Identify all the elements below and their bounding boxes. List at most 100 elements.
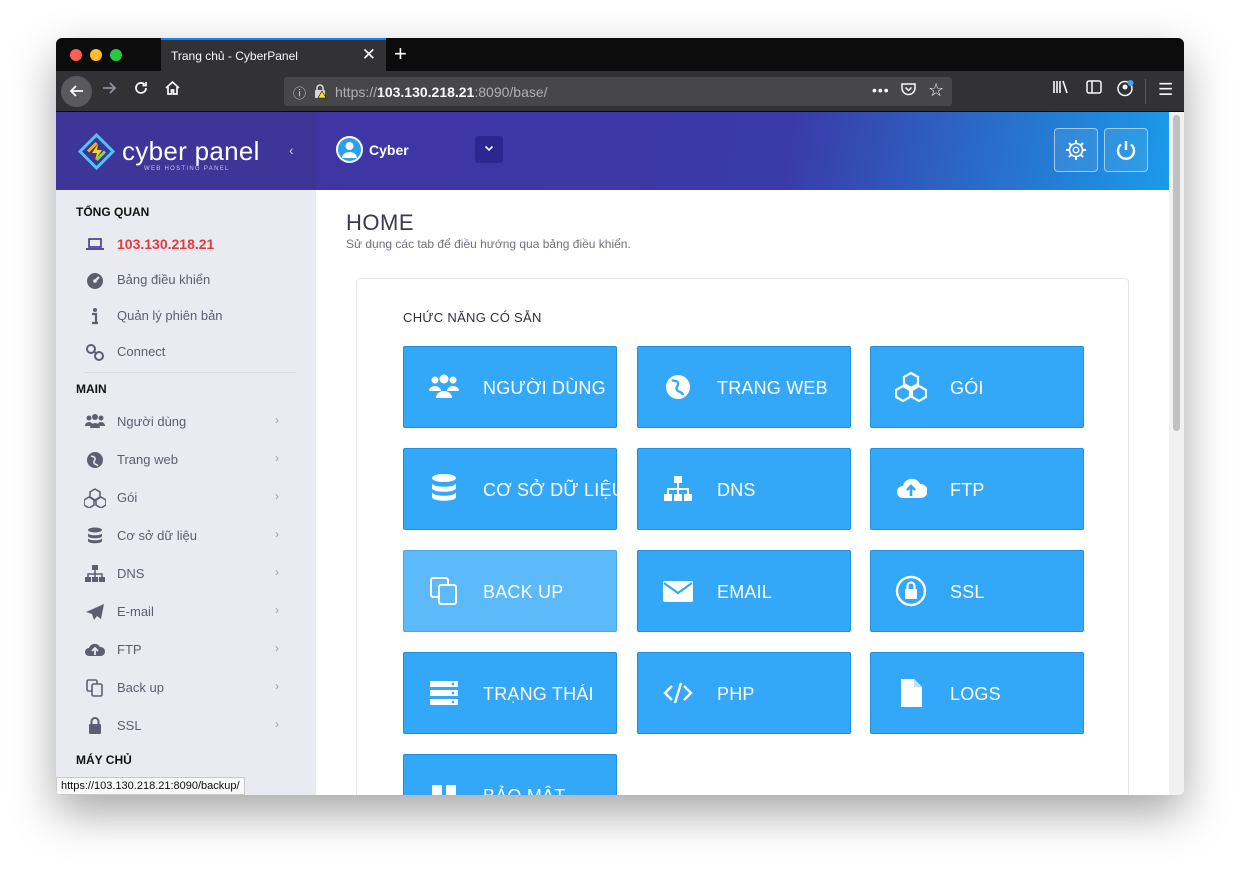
tile-label: TRANG WEB [717, 378, 828, 398]
browser-tab[interactable]: Trang chủ - CyberPanel ✕ [161, 38, 386, 71]
sidebar-item-databases[interactable]: Cơ sở dữ liệu › [84, 522, 294, 550]
sidebar-item-users[interactable]: Người dùng › [84, 408, 294, 436]
sidebar-item-backup[interactable]: Back up › [84, 674, 294, 702]
browser-window: Trang chủ - CyberPanel ✕ + ⓘ https://103… [56, 38, 1184, 795]
collapse-sidebar-button[interactable]: ‹ [289, 142, 294, 158]
insecure-lock-icon[interactable] [313, 83, 327, 99]
tile-databases[interactable]: CƠ SỞ DỮ LIỆU [403, 448, 625, 530]
tab-close-icon[interactable]: ✕ [362, 45, 376, 65]
back-button[interactable] [61, 76, 92, 107]
tile-email[interactable]: EMAIL [637, 550, 851, 632]
reload-button[interactable] [133, 80, 149, 101]
tile-dns[interactable]: DNS [637, 448, 851, 530]
minimize-window-button[interactable] [90, 49, 102, 61]
page-actions-menu-icon[interactable]: ••• [872, 82, 890, 98]
cubes-icon [84, 488, 106, 508]
tile-label: TRẠNG THÁI [483, 684, 594, 704]
sitemap-icon [85, 565, 105, 582]
settings-button[interactable] [1054, 128, 1098, 172]
url-prefix: https:// [335, 84, 378, 100]
envelope-icon [663, 581, 693, 602]
globe-icon [666, 375, 690, 399]
tile-label: SSL [950, 582, 985, 602]
tile-logs[interactable]: LOGS [870, 652, 1084, 734]
tab-title: Trang chủ - CyberPanel [171, 49, 298, 63]
cyberpanel-logo-icon [78, 133, 115, 170]
tile-label: NGƯỜI DÙNG [483, 378, 606, 398]
link-icon [86, 344, 104, 361]
link-status-tooltip: https://103.130.218.21:8090/backup/ [56, 777, 245, 795]
pocket-icon[interactable] [901, 82, 916, 100]
tile-packages[interactable]: GÓI [870, 346, 1084, 428]
sidebar-item-dashboard[interactable]: Bảng điều khiển [84, 266, 294, 294]
url-bar[interactable]: ⓘ https://103.130.218.21:8090/base/ ••• … [284, 77, 952, 106]
forward-button[interactable] [101, 80, 117, 101]
code-icon [663, 682, 693, 704]
page-scrollbar[interactable] [1169, 112, 1184, 795]
browser-toolbar: ⓘ https://103.130.218.21:8090/base/ ••• … [56, 71, 1184, 112]
sidebar-item-connect[interactable]: Connect [84, 338, 294, 366]
tile-ftp[interactable]: FTP [870, 448, 1084, 530]
main-section-title: MAIN [76, 382, 107, 396]
sidebar-item-ftp[interactable]: FTP › [84, 636, 294, 664]
tile-ssl[interactable]: SSL [870, 550, 1084, 632]
tile-backup[interactable]: BACK UP [403, 550, 617, 632]
power-icon [1116, 141, 1136, 160]
tile-status[interactable]: TRẠNG THÁI [403, 652, 617, 734]
copy-icon [430, 577, 457, 605]
avatar[interactable] [336, 136, 363, 163]
cloud-upload-icon [897, 478, 927, 498]
tile-security[interactable]: BẢO MẬT [403, 754, 617, 795]
sidebar-item-ssl[interactable]: SSL › [84, 712, 294, 740]
sidebar-item-email[interactable]: E-mail › [84, 598, 294, 626]
hamburger-menu-icon[interactable]: ☰ [1158, 80, 1173, 100]
dashboard-icon [87, 273, 103, 289]
home-button[interactable] [164, 80, 181, 101]
sidebar-item-packages[interactable]: Gói › [84, 484, 294, 512]
chevron-right-icon: › [275, 717, 279, 731]
shield-icon [432, 785, 456, 795]
url-host: 103.130.218.21 [377, 84, 475, 100]
library-icon[interactable] [1053, 80, 1069, 98]
tile-websites[interactable]: TRANG WEB [637, 346, 851, 428]
lock-icon [895, 575, 927, 607]
tile-label: CƠ SỞ DỮ LIỆU [483, 480, 625, 500]
tile-php[interactable]: PHP [637, 652, 851, 734]
logout-button[interactable] [1104, 128, 1148, 172]
database-icon [432, 474, 456, 501]
sidebar-item-server-ip[interactable]: 103.130.218.21 [84, 230, 294, 258]
sidebar-item-dns[interactable]: DNS › [84, 560, 294, 588]
user-dropdown-button[interactable] [475, 136, 503, 163]
gear-icon [1066, 140, 1086, 160]
server-icon [430, 681, 458, 705]
sidebar-item-version[interactable]: Quản lý phiên bản [84, 302, 294, 330]
bookmark-star-icon[interactable]: ☆ [928, 80, 944, 101]
user-name[interactable]: Cyber [369, 142, 409, 158]
chevron-down-icon [484, 145, 494, 152]
laptop-icon [86, 238, 104, 250]
url-text[interactable]: https://103.130.218.21:8090/base/ [335, 84, 548, 100]
sidebar-toggle-icon[interactable] [1086, 80, 1102, 98]
new-tab-button[interactable]: + [394, 41, 407, 67]
chevron-right-icon: › [275, 413, 279, 427]
chevron-right-icon: › [275, 451, 279, 465]
account-icon[interactable] [1117, 80, 1134, 101]
close-window-button[interactable] [70, 49, 82, 61]
sidebar-item-label: Cơ sở dữ liệu [117, 528, 197, 543]
sidebar-item-label: DNS [117, 566, 145, 581]
paper-plane-icon [86, 604, 104, 620]
sidebar-item-websites[interactable]: Trang web › [84, 446, 294, 474]
zoom-window-button[interactable] [110, 49, 122, 61]
users-icon [85, 414, 105, 428]
site-info-icon[interactable]: ⓘ [293, 83, 306, 102]
sidebar: cyber panel WEB HOSTING PANEL ‹ TỔNG QUA… [56, 112, 316, 795]
logo-subtitle: WEB HOSTING PANEL [144, 166, 230, 172]
sitemap-icon [664, 476, 692, 501]
database-icon [88, 527, 102, 544]
cubes-icon [895, 371, 927, 403]
arrow-left-icon [69, 85, 83, 97]
reload-icon [135, 82, 147, 94]
tile-users[interactable]: NGƯỜI DÙNG [403, 346, 617, 428]
scrollbar-thumb[interactable] [1173, 115, 1180, 431]
tile-label: GÓI [950, 378, 984, 398]
